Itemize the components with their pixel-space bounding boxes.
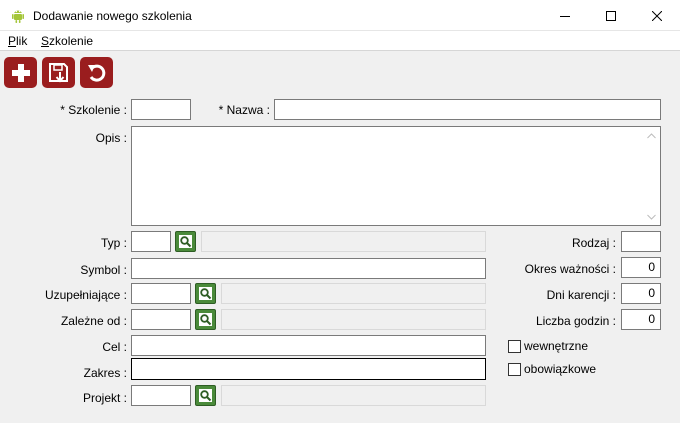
- magnifier-icon: [199, 389, 212, 402]
- projekt-code-input[interactable]: [131, 385, 191, 406]
- opis-scrollbar[interactable]: [643, 127, 660, 225]
- opis-label: Opis :: [95, 131, 127, 145]
- zalezne-od-label: Zależne od :: [60, 314, 127, 328]
- wewnetrzne-checkbox-label: wewnętrzne: [524, 339, 589, 353]
- zalezne-od-lookup-button[interactable]: [195, 309, 216, 330]
- maximize-button[interactable]: [588, 0, 634, 31]
- scroll-down-icon: [647, 214, 656, 220]
- projekt-label: Projekt :: [82, 391, 127, 405]
- menu-plik-rest: lik: [16, 34, 28, 48]
- liczba-godzin-label: Liczba godzin :: [535, 314, 616, 328]
- window-title: Dodawanie nowego szkolenia: [33, 9, 192, 23]
- scroll-up-icon: [647, 133, 656, 139]
- projekt-name-field: [221, 385, 486, 406]
- zalezne-od-name-field: [221, 309, 486, 330]
- menu-szkolenie-rest: zkolenie: [49, 34, 94, 48]
- zakres-input[interactable]: [131, 358, 486, 380]
- uzupelniajace-label: Uzupełniające :: [44, 288, 127, 302]
- undo-button[interactable]: [80, 57, 113, 88]
- dni-karencji-label: Dni karencji :: [546, 288, 616, 302]
- magnifier-icon: [199, 287, 212, 300]
- close-button[interactable]: [634, 0, 680, 31]
- minimize-icon: [560, 15, 570, 17]
- menu-plik-accel: P: [8, 34, 17, 48]
- menu-bar: Plik Szkolenie: [0, 31, 680, 51]
- typ-lookup-button[interactable]: [175, 231, 196, 252]
- menu-szkolenie[interactable]: Szkolenie: [41, 34, 93, 48]
- uzupelniajace-lookup-button[interactable]: [195, 283, 216, 304]
- projekt-lookup-button[interactable]: [195, 385, 216, 406]
- uzupelniajace-code-input[interactable]: [131, 283, 191, 304]
- minimize-button[interactable]: [542, 0, 588, 31]
- wewnetrzne-checkbox[interactable]: wewnętrzne: [508, 339, 588, 353]
- rodzaj-input[interactable]: [621, 231, 661, 252]
- rodzaj-label: Rodzaj :: [571, 236, 616, 250]
- magnifier-icon: [179, 235, 192, 248]
- android-icon: [12, 10, 24, 23]
- typ-label: Typ :: [100, 236, 127, 250]
- cel-label: Cel :: [102, 340, 127, 354]
- obowiazkowe-checkbox-label: obowiązkowe: [524, 362, 597, 376]
- wewnetrzne-checkbox-box[interactable]: [508, 339, 521, 353]
- zakres-label: Zakres :: [83, 366, 127, 380]
- undo-icon: [87, 64, 105, 82]
- liczba-godzin-input[interactable]: 0: [621, 309, 661, 330]
- szkolenie-label: * Szkolenie :: [60, 103, 127, 117]
- save-button[interactable]: [42, 57, 75, 88]
- okres-waznosci-label: Okres ważności :: [524, 262, 616, 276]
- nazwa-label: * Nazwa :: [218, 103, 270, 117]
- symbol-label: Symbol :: [80, 263, 127, 277]
- cel-input[interactable]: [131, 335, 486, 356]
- dni-karencji-input[interactable]: 0: [621, 283, 661, 304]
- title-bar: Dodawanie nowego szkolenia: [0, 0, 680, 31]
- add-button[interactable]: [4, 57, 37, 88]
- symbol-input[interactable]: [131, 258, 486, 279]
- magnifier-icon: [199, 313, 212, 326]
- zalezne-od-code-input[interactable]: [131, 309, 191, 330]
- obowiazkowe-checkbox-box[interactable]: [508, 362, 521, 376]
- maximize-icon: [606, 10, 616, 21]
- close-icon: [652, 10, 662, 21]
- szkolenie-input[interactable]: [131, 99, 191, 120]
- menu-szkolenie-accel: S: [41, 34, 50, 48]
- obowiazkowe-checkbox[interactable]: obowiązkowe: [508, 362, 596, 376]
- save-icon: [48, 62, 68, 83]
- typ-name-field: [201, 231, 486, 252]
- opis-textarea[interactable]: [131, 126, 661, 226]
- menu-plik[interactable]: Plik: [8, 34, 27, 48]
- add-icon: [11, 63, 30, 82]
- uzupelniajace-name-field: [221, 283, 486, 304]
- okres-waznosci-input[interactable]: 0: [621, 257, 661, 278]
- nazwa-input[interactable]: [274, 99, 661, 120]
- typ-code-input[interactable]: [131, 231, 171, 252]
